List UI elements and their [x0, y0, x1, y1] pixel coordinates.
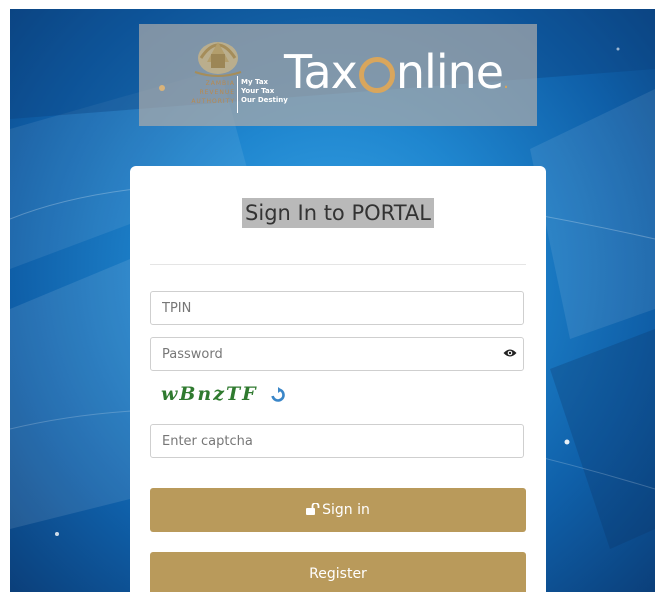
logo-divider — [237, 76, 238, 113]
password-input[interactable] — [151, 338, 503, 370]
zra-taxonline-logo: ZAMBIA REVENUE AUTHORITY My Tax Your Tax… — [139, 24, 537, 126]
title-divider — [150, 264, 526, 265]
register-label: Register — [309, 566, 367, 582]
tpin-input[interactable] — [151, 292, 503, 324]
brand-o-ring-icon — [358, 57, 395, 93]
signin-button[interactable]: Sign in — [150, 488, 526, 532]
unlock-icon — [306, 503, 320, 515]
signin-card: Sign In to PORTAL wBnzTF Sign — [130, 166, 546, 592]
zra-authority-text: ZAMBIA REVENUE AUTHORITY — [191, 80, 235, 105]
captcha-input[interactable] — [151, 425, 503, 457]
refresh-icon[interactable] — [270, 387, 286, 403]
captcha-image: wBnzTF — [161, 383, 258, 405]
logo-slogan: My Tax Your Tax Our Destiny — [241, 78, 288, 104]
taxonline-wordmark: Tax nline. — [284, 45, 509, 99]
login-page: ZAMBIA REVENUE AUTHORITY My Tax Your Tax… — [10, 9, 655, 592]
eye-icon[interactable] — [503, 347, 517, 359]
signin-title: Sign In to PORTAL — [242, 198, 434, 228]
zambia-coat-of-arms-icon — [194, 42, 242, 77]
captcha-field[interactable] — [150, 424, 524, 458]
password-field[interactable] — [150, 337, 524, 371]
register-button[interactable]: Register — [150, 552, 526, 592]
tpin-field[interactable] — [150, 291, 524, 325]
signin-label: Sign in — [322, 502, 370, 518]
